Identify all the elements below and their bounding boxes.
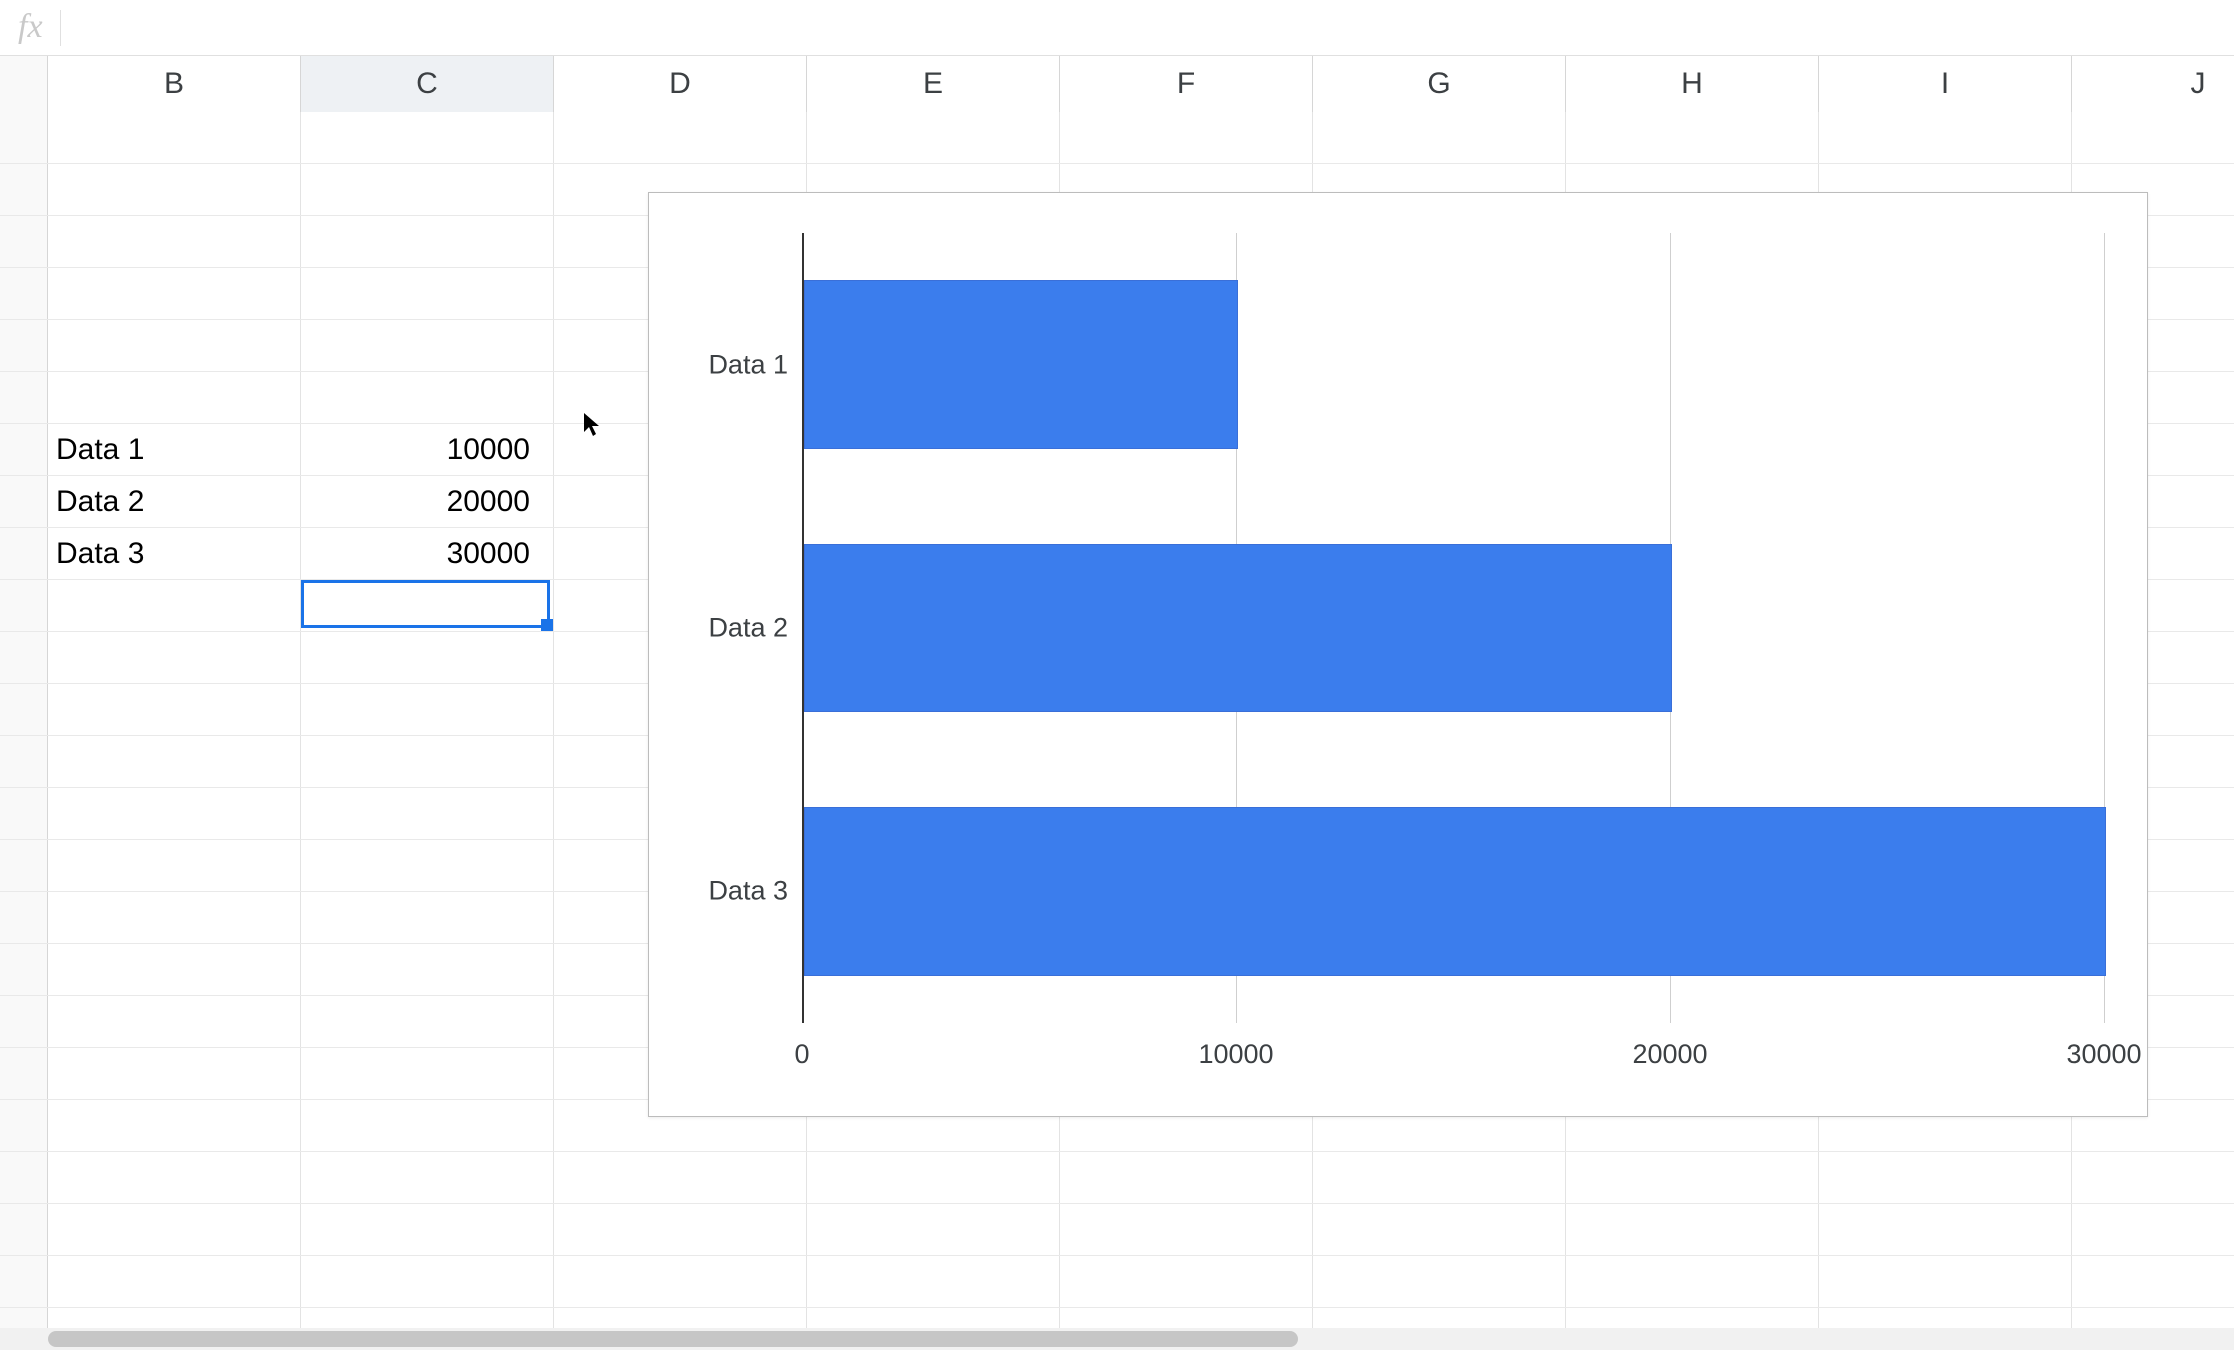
column-header-G[interactable]: G	[1313, 56, 1566, 112]
fx-icon: fx	[18, 8, 43, 46]
column-header-F[interactable]: F	[1060, 56, 1313, 112]
row-number-gutter	[0, 112, 48, 1328]
column-header-label: E	[923, 67, 943, 100]
chart-category-label: Data 3	[658, 876, 788, 907]
chart-category-label: Data 1	[658, 349, 788, 380]
column-header-label: B	[164, 67, 184, 100]
active-cell-selection	[301, 580, 550, 628]
column-header-label: I	[1941, 67, 1949, 100]
grid-hline	[0, 1307, 2234, 1308]
chart-x-tick-label: 20000	[1632, 1039, 1707, 1070]
horizontal-scrollbar-thumb[interactable]	[48, 1331, 1298, 1347]
grid-hline	[0, 1203, 2234, 1204]
column-header-label: F	[1177, 67, 1195, 100]
chart-bar	[804, 807, 2106, 976]
chart-category-label: Data 2	[658, 613, 788, 644]
column-header-label: J	[2191, 67, 2206, 100]
column-header-D[interactable]: D	[554, 56, 807, 112]
chart-x-tick-label: 0	[794, 1039, 809, 1070]
column-header-label: G	[1427, 67, 1450, 100]
cell[interactable]: 20000	[301, 476, 538, 528]
chart-x-tick-label: 10000	[1198, 1039, 1273, 1070]
cell[interactable]: Data 1	[56, 424, 291, 476]
cell[interactable]: 30000	[301, 528, 538, 580]
column-header-B[interactable]: B	[48, 56, 301, 112]
grid-hline	[0, 163, 2234, 164]
selection-fill-handle[interactable]	[541, 619, 553, 631]
column-header-E[interactable]: E	[807, 56, 1060, 112]
horizontal-scrollbar[interactable]	[0, 1328, 2234, 1350]
column-header-label: D	[669, 67, 691, 100]
column-header-label: H	[1681, 67, 1703, 100]
cell[interactable]: 10000	[301, 424, 538, 476]
cell[interactable]: Data 2	[56, 476, 291, 528]
chart-x-tick-label: 30000	[2066, 1039, 2141, 1070]
column-header-label: C	[416, 67, 438, 100]
chart-plot-area: 0100002000030000Data 1Data 2Data 3	[802, 233, 2104, 1023]
column-header-I[interactable]: I	[1819, 56, 2072, 112]
chart-bar	[804, 280, 1238, 449]
formula-bar: fx	[0, 0, 2234, 56]
chart-bar	[804, 544, 1672, 713]
formula-bar-separator	[60, 10, 61, 46]
chart[interactable]: 0 10000 20000 30000 Data 1 Data 2 Data 3	[648, 192, 2148, 1117]
cell[interactable]: Data 3	[56, 528, 291, 580]
column-header-C[interactable]: C	[301, 56, 554, 112]
column-headers: B C D E F G H I J	[0, 56, 2234, 112]
grid-hline	[0, 1151, 2234, 1152]
grid-hline	[0, 1255, 2234, 1256]
column-header-J[interactable]: J	[2072, 56, 2234, 112]
grid-vline	[553, 112, 554, 1328]
select-all-corner[interactable]	[0, 56, 48, 112]
grid-vline	[300, 112, 301, 1328]
column-header-H[interactable]: H	[1566, 56, 1819, 112]
